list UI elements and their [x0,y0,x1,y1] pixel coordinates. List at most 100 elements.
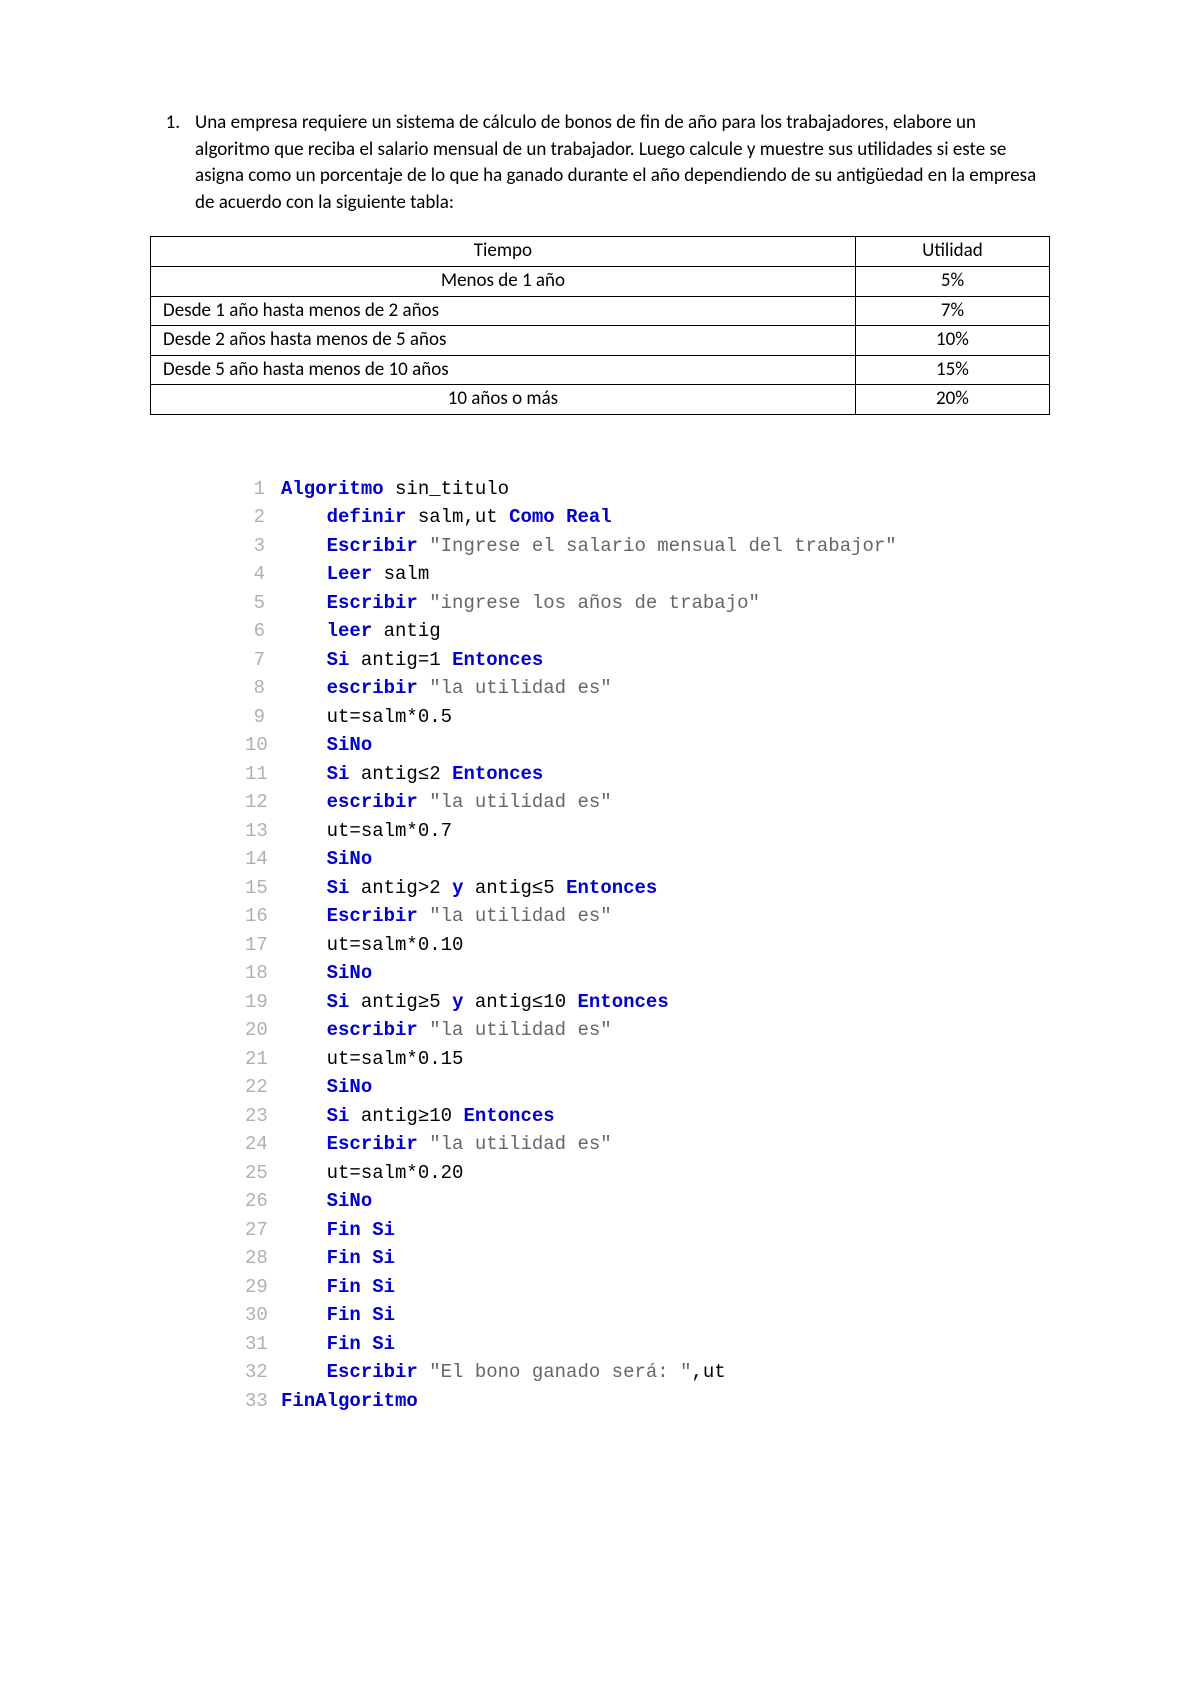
code-content: Escribir "la utilidad es" [281,1130,1050,1159]
cell-utility: 5% [855,266,1049,296]
header-tiempo: Tiempo [151,237,856,267]
code-line: 20 escribir "la utilidad es" [245,1016,1050,1045]
line-number: 33 [245,1387,281,1416]
line-number: 2 [245,503,281,532]
cell-time: Menos de 1 año [151,266,856,296]
code-line: 15 Si antig>2 y antig≤5 Entonces [245,874,1050,903]
line-number: 18 [245,959,281,988]
code-line: 13 ut=salm*0.7 [245,817,1050,846]
code-line: 32 Escribir "El bono ganado será: ",ut [245,1358,1050,1387]
code-line: 8 escribir "la utilidad es" [245,674,1050,703]
problem-text: Una empresa requiere un sistema de cálcu… [195,110,1050,216]
code-line: 28 Fin Si [245,1244,1050,1273]
table-row: Desde 5 año hasta menos de 10 años 15% [151,355,1050,385]
line-number: 31 [245,1330,281,1359]
code-line: 25 ut=salm*0.20 [245,1159,1050,1188]
code-line: 17 ut=salm*0.10 [245,931,1050,960]
code-line: 27 Fin Si [245,1216,1050,1245]
code-line: 31 Fin Si [245,1330,1050,1359]
code-line: 18 SiNo [245,959,1050,988]
line-number: 30 [245,1301,281,1330]
code-content: ut=salm*0.15 [281,1045,1050,1074]
code-line: 5 Escribir "ingrese los años de trabajo" [245,589,1050,618]
line-number: 1 [245,475,281,504]
code-content: SiNo [281,731,1050,760]
line-number: 8 [245,674,281,703]
table-row: Menos de 1 año 5% [151,266,1050,296]
code-line: 6 leer antig [245,617,1050,646]
line-number: 15 [245,874,281,903]
line-number: 7 [245,646,281,675]
line-number: 28 [245,1244,281,1273]
code-content: Leer salm [281,560,1050,589]
code-content: Si antig≥5 y antig≤10 Entonces [281,988,1050,1017]
problem-number: 1. [150,110,195,216]
code-content: Si antig≥10 Entonces [281,1102,1050,1131]
cell-utility: 7% [855,296,1049,326]
code-content: Algoritmo sin_titulo [281,475,1050,504]
cell-time: 10 años o más [151,385,856,415]
code-line: 1Algoritmo sin_titulo [245,475,1050,504]
code-line: 14 SiNo [245,845,1050,874]
code-content: definir salm,ut Como Real [281,503,1050,532]
table-header-row: Tiempo Utilidad [151,237,1050,267]
cell-time: Desde 1 año hasta menos de 2 años [151,296,856,326]
code-content: leer antig [281,617,1050,646]
line-number: 20 [245,1016,281,1045]
cell-time: Desde 5 año hasta menos de 10 años [151,355,856,385]
code-block: 1Algoritmo sin_titulo 2 definir salm,ut … [245,475,1050,1416]
line-number: 22 [245,1073,281,1102]
code-content: ut=salm*0.7 [281,817,1050,846]
line-number: 9 [245,703,281,732]
line-number: 14 [245,845,281,874]
code-content: Escribir "ingrese los años de trabajo" [281,589,1050,618]
cell-time: Desde 2 años hasta menos de 5 años [151,326,856,356]
code-line: 24 Escribir "la utilidad es" [245,1130,1050,1159]
line-number: 21 [245,1045,281,1074]
cell-utility: 10% [855,326,1049,356]
line-number: 11 [245,760,281,789]
code-content: ut=salm*0.10 [281,931,1050,960]
line-number: 23 [245,1102,281,1131]
table-row: Desde 1 año hasta menos de 2 años 7% [151,296,1050,326]
line-number: 10 [245,731,281,760]
code-line: 2 definir salm,ut Como Real [245,503,1050,532]
line-number: 12 [245,788,281,817]
code-content: Fin Si [281,1273,1050,1302]
code-line: 21 ut=salm*0.15 [245,1045,1050,1074]
line-number: 5 [245,589,281,618]
line-number: 16 [245,902,281,931]
code-line: 30 Fin Si [245,1301,1050,1330]
problem-statement: 1. Una empresa requiere un sistema de cá… [150,110,1050,216]
line-number: 27 [245,1216,281,1245]
code-content: SiNo [281,845,1050,874]
code-content: Si antig≤2 Entonces [281,760,1050,789]
code-line: 7 Si antig=1 Entonces [245,646,1050,675]
code-line: 22 SiNo [245,1073,1050,1102]
code-content: ut=salm*0.20 [281,1159,1050,1188]
line-number: 26 [245,1187,281,1216]
line-number: 32 [245,1358,281,1387]
code-line: 26 SiNo [245,1187,1050,1216]
code-content: Fin Si [281,1244,1050,1273]
code-content: Fin Si [281,1301,1050,1330]
cell-utility: 15% [855,355,1049,385]
line-number: 25 [245,1159,281,1188]
code-content: Fin Si [281,1330,1050,1359]
line-number: 19 [245,988,281,1017]
code-line: 3 Escribir "Ingrese el salario mensual d… [245,532,1050,561]
code-line: 9 ut=salm*0.5 [245,703,1050,732]
table-row: Desde 2 años hasta menos de 5 años 10% [151,326,1050,356]
code-content: ut=salm*0.5 [281,703,1050,732]
cell-utility: 20% [855,385,1049,415]
code-line: 29 Fin Si [245,1273,1050,1302]
code-content: Si antig=1 Entonces [281,646,1050,675]
code-content: FinAlgoritmo [281,1387,1050,1416]
line-number: 13 [245,817,281,846]
header-utilidad: Utilidad [855,237,1049,267]
code-line: 33FinAlgoritmo [245,1387,1050,1416]
code-content: Fin Si [281,1216,1050,1245]
code-content: Escribir "El bono ganado será: ",ut [281,1358,1050,1387]
code-line: 23 Si antig≥10 Entonces [245,1102,1050,1131]
code-content: Escribir "Ingrese el salario mensual del… [281,532,1050,561]
